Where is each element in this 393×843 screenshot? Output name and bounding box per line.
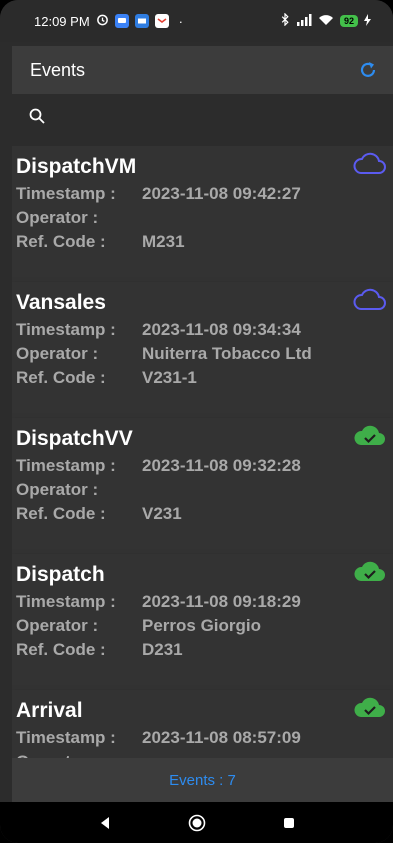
charging-icon (364, 13, 371, 29)
operator-label: Operator : (16, 616, 99, 635)
operator-label: Operator : (16, 480, 99, 499)
phone-screen: 12:09 PM · 92 Events DispatchVM Timestam… (0, 0, 393, 843)
timestamp-label: Timestamp : (16, 184, 116, 203)
status-bar: 12:09 PM · 92 (0, 0, 393, 42)
refresh-icon[interactable] (355, 57, 381, 83)
operator-value (142, 206, 393, 230)
cloud-check-icon (353, 696, 387, 720)
event-title: Dispatch (16, 563, 105, 586)
battery-icon: 92 (339, 15, 358, 27)
cloud-check-icon (353, 560, 387, 584)
ref-code-value: V231 (142, 504, 182, 523)
signal-icon (296, 13, 312, 29)
cloud-check-icon (353, 424, 387, 448)
recents-icon[interactable] (279, 813, 299, 833)
status-time: 12:09 PM (34, 13, 90, 29)
operator-label: Operator : (16, 750, 142, 758)
ref-code-label: Ref. Code : (16, 232, 106, 251)
cloud-outline-icon (353, 288, 387, 312)
operator-value (142, 750, 393, 758)
cloud-outline-icon (353, 152, 387, 176)
search-bar[interactable] (12, 94, 393, 142)
ref-code-value: V231-1 (142, 368, 197, 387)
event-title: DispatchVV (16, 427, 133, 450)
timestamp-value: 2023-11-08 08:57:09 (142, 728, 301, 747)
system-nav-bar (0, 802, 393, 843)
timestamp-value: 2023-11-08 09:42:27 (142, 184, 301, 203)
event-card[interactable]: DispatchVM Timestamp : 2023-11-08 09:42:2… (12, 146, 393, 282)
events-list[interactable]: DispatchVM Timestamp : 2023-11-08 09:42:2… (12, 146, 393, 758)
ref-code-value: M231 (142, 232, 185, 251)
events-count: Events : 7 (169, 771, 236, 789)
events-count-footer: Events : 7 (12, 758, 393, 802)
search-icon[interactable] (28, 107, 46, 130)
operator-value: Nuiterra Tobacco Ltd (142, 344, 312, 363)
home-icon[interactable] (187, 813, 207, 833)
event-card[interactable]: Dispatch Timestamp :2023-11-08 09:18:29 … (12, 554, 393, 690)
event-card[interactable]: Arrival Timestamp : 2023-11-08 08:57:09 O… (12, 690, 393, 758)
timestamp-label: Timestamp : (16, 728, 116, 747)
timestamp-value: 2023-11-08 09:18:29 (142, 592, 301, 611)
back-icon[interactable] (95, 813, 115, 833)
alarm-icon (96, 13, 109, 29)
event-title: Arrival (16, 699, 83, 722)
operator-label: Operator : (16, 208, 99, 227)
ref-code-label: Ref. Code : (16, 504, 106, 523)
operator-label: Operator : (16, 344, 99, 363)
event-card[interactable]: DispatchVV Timestamp : 2023-11-08 09:32:2… (12, 418, 393, 554)
gmail-icon (154, 14, 169, 28)
mail-icon (134, 14, 149, 28)
ref-code-label: Ref. Code : (16, 368, 106, 387)
timestamp-label: Timestamp : (16, 456, 116, 475)
timestamp-value: 2023-11-08 09:34:34 (142, 320, 301, 339)
timestamp-label: Timestamp : (16, 592, 116, 611)
wifi-icon (318, 14, 334, 29)
ref-code-value: D231 (142, 640, 183, 659)
bluetooth-icon (280, 12, 290, 29)
event-card[interactable]: Vansales Timestamp :2023-11-08 09:34:34 … (12, 282, 393, 418)
operator-value (142, 478, 393, 502)
dot-icon: · (178, 13, 183, 29)
page-title: Events (30, 59, 86, 80)
event-title: DispatchVM (16, 155, 137, 178)
timestamp-label: Timestamp : (16, 320, 116, 339)
chat-icon (114, 14, 129, 28)
operator-value: Perros Giorgio (142, 616, 262, 635)
event-title: Vansales (16, 291, 106, 314)
timestamp-value: 2023-11-08 09:32:28 (142, 456, 301, 475)
app-bar: Events (12, 46, 393, 94)
ref-code-label: Ref. Code : (16, 640, 106, 659)
